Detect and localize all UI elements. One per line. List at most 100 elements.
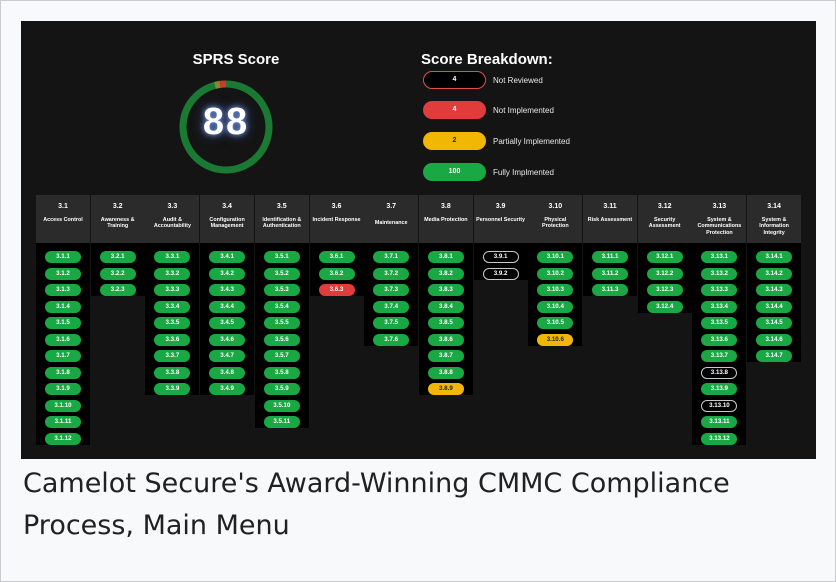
control-3-14-6-button[interactable]: 3.14.6 xyxy=(756,333,793,346)
control-3-8-4-button[interactable]: 3.8.4 xyxy=(427,300,464,313)
control-3-13-5-button[interactable]: 3.13.5 xyxy=(701,317,738,329)
control-3-1-11-button[interactable]: 3.1.11 xyxy=(45,416,81,428)
control-3-10-6-button[interactable]: 3.10.6 xyxy=(537,333,574,346)
control-3-3-7-button[interactable]: 3.3.7 xyxy=(154,350,191,362)
control-3-13-8-button[interactable]: 3.13.8 xyxy=(701,366,738,379)
control-3-14-1-button[interactable]: 3.14.1 xyxy=(756,251,793,263)
family-header[interactable]: 3.3 Audit & Accountability xyxy=(145,195,200,243)
control-3-4-9-button[interactable]: 3.4.9 xyxy=(209,383,246,395)
control-3-1-1-button[interactable]: 3.1.1 xyxy=(45,251,81,263)
control-3-7-1-button[interactable]: 3.7.1 xyxy=(373,251,410,263)
control-3-13-2-button[interactable]: 3.13.2 xyxy=(701,267,738,280)
control-3-4-2-button[interactable]: 3.4.2 xyxy=(209,267,246,280)
control-3-5-9-button[interactable]: 3.5.9 xyxy=(263,383,300,395)
control-3-1-12-button[interactable]: 3.1.12 xyxy=(45,432,81,445)
control-3-1-8-button[interactable]: 3.1.8 xyxy=(45,366,81,379)
family-header[interactable]: 3.7 Maintenance xyxy=(364,195,419,243)
control-3-11-1-button[interactable]: 3.11.1 xyxy=(592,251,628,263)
control-3-3-5-button[interactable]: 3.3.5 xyxy=(154,317,191,329)
control-3-7-4-button[interactable]: 3.7.4 xyxy=(373,300,410,313)
control-3-2-1-button[interactable]: 3.2.1 xyxy=(99,251,136,263)
control-3-13-10-button[interactable]: 3.13.10 xyxy=(701,399,738,412)
control-3-12-3-button[interactable]: 3.12.3 xyxy=(646,284,683,296)
control-3-8-9-button[interactable]: 3.8.9 xyxy=(427,383,464,395)
control-3-13-1-button[interactable]: 3.13.1 xyxy=(701,251,738,263)
family-header[interactable]: 3.4 Configuration Management xyxy=(200,195,255,243)
control-3-5-7-button[interactable]: 3.5.7 xyxy=(263,350,300,362)
control-3-3-4-button[interactable]: 3.3.4 xyxy=(154,300,191,313)
control-3-8-6-button[interactable]: 3.8.6 xyxy=(427,333,464,346)
control-3-8-7-button[interactable]: 3.8.7 xyxy=(427,350,464,362)
control-3-3-6-button[interactable]: 3.3.6 xyxy=(154,333,191,346)
control-3-5-1-button[interactable]: 3.5.1 xyxy=(263,251,300,263)
control-3-3-2-button[interactable]: 3.3.2 xyxy=(154,267,191,280)
family-header[interactable]: 3.6 Incident Response xyxy=(309,195,364,243)
control-3-4-3-button[interactable]: 3.4.3 xyxy=(209,284,246,296)
control-3-6-1-button[interactable]: 3.6.1 xyxy=(318,251,355,263)
family-header[interactable]: 3.13 System & Communications Protection xyxy=(692,195,747,243)
control-3-10-2-button[interactable]: 3.10.2 xyxy=(537,267,574,280)
control-3-10-1-button[interactable]: 3.10.1 xyxy=(537,251,574,263)
control-3-6-3-button[interactable]: 3.6.3 xyxy=(318,284,355,296)
control-3-5-6-button[interactable]: 3.5.6 xyxy=(263,333,300,346)
family-header[interactable]: 3.14 System & Information Integrity xyxy=(747,195,802,243)
control-3-13-7-button[interactable]: 3.13.7 xyxy=(701,350,738,362)
control-3-5-8-button[interactable]: 3.5.8 xyxy=(263,366,300,379)
control-3-14-4-button[interactable]: 3.14.4 xyxy=(756,300,793,313)
control-3-12-1-button[interactable]: 3.12.1 xyxy=(646,251,683,263)
control-3-9-1-button[interactable]: 3.9.1 xyxy=(482,251,519,263)
control-3-10-4-button[interactable]: 3.10.4 xyxy=(537,300,574,313)
control-3-13-3-button[interactable]: 3.13.3 xyxy=(701,284,738,296)
control-3-3-1-button[interactable]: 3.3.1 xyxy=(154,251,191,263)
control-3-4-1-button[interactable]: 3.4.1 xyxy=(209,251,246,263)
control-3-3-9-button[interactable]: 3.3.9 xyxy=(154,383,191,395)
control-3-2-2-button[interactable]: 3.2.2 xyxy=(99,267,136,280)
family-header[interactable]: 3.10 Physical Protection xyxy=(528,195,583,243)
control-3-1-9-button[interactable]: 3.1.9 xyxy=(45,383,81,395)
control-3-3-8-button[interactable]: 3.3.8 xyxy=(154,366,191,379)
control-3-5-4-button[interactable]: 3.5.4 xyxy=(263,300,300,313)
control-3-5-3-button[interactable]: 3.5.3 xyxy=(263,284,300,296)
control-3-4-5-button[interactable]: 3.4.5 xyxy=(209,317,246,329)
control-3-8-5-button[interactable]: 3.8.5 xyxy=(427,317,464,329)
control-3-1-7-button[interactable]: 3.1.7 xyxy=(45,350,81,362)
family-header[interactable]: 3.9 Personnel Security xyxy=(473,195,528,243)
control-3-7-2-button[interactable]: 3.7.2 xyxy=(373,267,410,280)
control-3-1-2-button[interactable]: 3.1.2 xyxy=(45,267,81,280)
control-3-9-2-button[interactable]: 3.9.2 xyxy=(482,267,519,280)
control-3-7-3-button[interactable]: 3.7.3 xyxy=(373,284,410,296)
control-3-14-7-button[interactable]: 3.14.7 xyxy=(756,350,793,362)
control-3-8-3-button[interactable]: 3.8.3 xyxy=(427,284,464,296)
control-3-1-6-button[interactable]: 3.1.6 xyxy=(45,333,81,346)
control-3-4-7-button[interactable]: 3.4.7 xyxy=(209,350,246,362)
control-3-1-10-button[interactable]: 3.1.10 xyxy=(45,399,81,412)
control-3-13-4-button[interactable]: 3.13.4 xyxy=(701,300,738,313)
control-3-11-2-button[interactable]: 3.11.2 xyxy=(592,267,628,280)
control-3-13-12-button[interactable]: 3.13.12 xyxy=(701,432,738,445)
family-header[interactable]: 3.5 Identification & Authentication xyxy=(254,195,309,243)
control-3-14-2-button[interactable]: 3.14.2 xyxy=(756,267,793,280)
control-3-1-5-button[interactable]: 3.1.5 xyxy=(45,317,81,329)
control-3-12-2-button[interactable]: 3.12.2 xyxy=(646,267,683,280)
control-3-8-2-button[interactable]: 3.8.2 xyxy=(427,267,464,280)
control-3-13-6-button[interactable]: 3.13.6 xyxy=(701,333,738,346)
control-3-13-11-button[interactable]: 3.13.11 xyxy=(701,416,738,428)
control-3-14-3-button[interactable]: 3.14.3 xyxy=(756,284,793,296)
control-3-14-5-button[interactable]: 3.14.5 xyxy=(756,317,793,329)
control-3-1-3-button[interactable]: 3.1.3 xyxy=(45,284,81,296)
family-header[interactable]: 3.12 Security Assessment xyxy=(637,195,692,243)
control-3-6-2-button[interactable]: 3.6.2 xyxy=(318,267,355,280)
control-3-3-3-button[interactable]: 3.3.3 xyxy=(154,284,191,296)
control-3-1-4-button[interactable]: 3.1.4 xyxy=(45,300,81,313)
family-header[interactable]: 3.11 Risk Assessment xyxy=(583,195,637,243)
control-3-12-4-button[interactable]: 3.12.4 xyxy=(646,300,683,313)
control-3-11-3-button[interactable]: 3.11.3 xyxy=(592,284,628,296)
control-3-7-6-button[interactable]: 3.7.6 xyxy=(373,333,410,346)
family-header[interactable]: 3.2 Awareness & Training xyxy=(90,195,145,243)
control-3-5-11-button[interactable]: 3.5.11 xyxy=(263,416,300,428)
control-3-4-4-button[interactable]: 3.4.4 xyxy=(209,300,246,313)
control-3-5-10-button[interactable]: 3.5.10 xyxy=(263,399,300,412)
control-3-10-5-button[interactable]: 3.10.5 xyxy=(537,317,574,329)
control-3-4-6-button[interactable]: 3.4.6 xyxy=(209,333,246,346)
family-header[interactable]: 3.1 Access Control xyxy=(36,195,90,243)
